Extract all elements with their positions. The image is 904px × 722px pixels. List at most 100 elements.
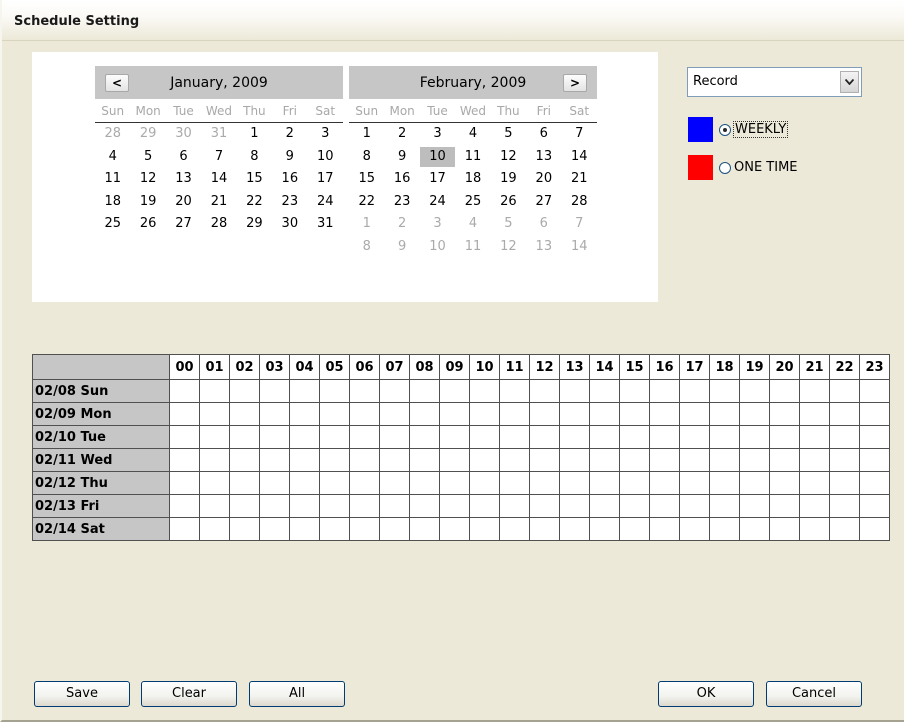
schedule-cell[interactable]: [559, 379, 590, 403]
calendar-day[interactable]: 7: [562, 124, 597, 144]
hour-header[interactable]: 15: [619, 354, 650, 380]
hour-header[interactable]: 01: [199, 354, 230, 380]
schedule-cell[interactable]: [229, 471, 260, 495]
hour-header[interactable]: 05: [319, 354, 350, 380]
one-time-radio-label[interactable]: ONE TIME: [733, 160, 799, 175]
schedule-cell[interactable]: [409, 517, 440, 541]
schedule-cell[interactable]: [229, 402, 260, 426]
calendar-day[interactable]: 18: [95, 192, 130, 212]
calendar-day[interactable]: 24: [308, 192, 343, 212]
calendar-day[interactable]: 20: [526, 169, 561, 189]
mode-select[interactable]: Record: [687, 67, 862, 97]
schedule-cell[interactable]: [499, 448, 530, 472]
schedule-cell[interactable]: [289, 379, 320, 403]
schedule-cell[interactable]: [559, 471, 590, 495]
schedule-cell[interactable]: [589, 379, 620, 403]
schedule-cell[interactable]: [199, 448, 230, 472]
hour-header[interactable]: 03: [259, 354, 290, 380]
schedule-cell[interactable]: [169, 448, 200, 472]
schedule-cell[interactable]: [679, 402, 710, 426]
schedule-cell[interactable]: [529, 471, 560, 495]
calendar-day[interactable]: 1: [237, 124, 272, 144]
schedule-cell[interactable]: [379, 494, 410, 518]
schedule-cell[interactable]: [289, 425, 320, 449]
calendar-day[interactable]: 30: [166, 124, 201, 144]
calendar-day[interactable]: 23: [272, 192, 307, 212]
schedule-cell[interactable]: [649, 379, 680, 403]
schedule-cell[interactable]: [589, 471, 620, 495]
schedule-cell[interactable]: [769, 379, 800, 403]
ok-button[interactable]: OK: [658, 681, 754, 707]
schedule-cell[interactable]: [499, 517, 530, 541]
schedule-cell[interactable]: [769, 448, 800, 472]
calendar-day[interactable]: 21: [562, 169, 597, 189]
schedule-cell[interactable]: [229, 425, 260, 449]
schedule-cell[interactable]: [439, 379, 470, 403]
schedule-cell[interactable]: [379, 425, 410, 449]
schedule-cell[interactable]: [859, 494, 890, 518]
schedule-cell[interactable]: [289, 402, 320, 426]
schedule-cell[interactable]: [769, 471, 800, 495]
calendar-day[interactable]: 8: [349, 147, 384, 167]
schedule-cell[interactable]: [619, 494, 650, 518]
schedule-cell[interactable]: [859, 517, 890, 541]
hour-header[interactable]: 20: [769, 354, 800, 380]
calendar-day[interactable]: 27: [166, 214, 201, 234]
schedule-cell[interactable]: [799, 379, 830, 403]
day-label[interactable]: 02/12 Thu: [32, 471, 170, 495]
schedule-cell[interactable]: [469, 425, 500, 449]
schedule-cell[interactable]: [319, 471, 350, 495]
schedule-cell[interactable]: [199, 471, 230, 495]
chevron-down-icon[interactable]: [840, 71, 859, 93]
calendar-day[interactable]: 14: [562, 237, 597, 257]
schedule-cell[interactable]: [679, 494, 710, 518]
calendar-day[interactable]: 26: [491, 192, 526, 212]
hour-header[interactable]: 08: [409, 354, 440, 380]
schedule-cell[interactable]: [259, 517, 290, 541]
schedule-cell[interactable]: [589, 494, 620, 518]
calendar-day[interactable]: 10: [420, 237, 455, 257]
calendar-day[interactable]: 13: [526, 237, 561, 257]
schedule-cell[interactable]: [319, 402, 350, 426]
schedule-cell[interactable]: [739, 448, 770, 472]
calendar-day[interactable]: 4: [455, 214, 490, 234]
schedule-cell[interactable]: [439, 448, 470, 472]
schedule-cell[interactable]: [469, 471, 500, 495]
schedule-cell[interactable]: [319, 379, 350, 403]
schedule-cell[interactable]: [619, 448, 650, 472]
hour-header[interactable]: 00: [169, 354, 200, 380]
schedule-cell[interactable]: [499, 494, 530, 518]
schedule-cell[interactable]: [169, 402, 200, 426]
schedule-cell[interactable]: [529, 448, 560, 472]
calendar-day[interactable]: 3: [420, 214, 455, 234]
schedule-cell[interactable]: [409, 402, 440, 426]
schedule-cell[interactable]: [619, 425, 650, 449]
schedule-cell[interactable]: [559, 402, 590, 426]
calendar-day[interactable]: 20: [166, 192, 201, 212]
hour-header[interactable]: 02: [229, 354, 260, 380]
hour-header[interactable]: 12: [529, 354, 560, 380]
hour-header[interactable]: 22: [829, 354, 860, 380]
calendar-day[interactable]: 28: [562, 192, 597, 212]
schedule-cell[interactable]: [529, 379, 560, 403]
schedule-cell[interactable]: [559, 448, 590, 472]
schedule-cell[interactable]: [259, 379, 290, 403]
schedule-cell[interactable]: [859, 425, 890, 449]
calendar-day[interactable]: 15: [237, 169, 272, 189]
schedule-cell[interactable]: [169, 379, 200, 403]
schedule-cell[interactable]: [349, 494, 380, 518]
schedule-cell[interactable]: [289, 494, 320, 518]
hour-header[interactable]: 10: [469, 354, 500, 380]
schedule-cell[interactable]: [589, 402, 620, 426]
schedule-cell[interactable]: [169, 494, 200, 518]
calendar-day[interactable]: 2: [384, 124, 419, 144]
schedule-cell[interactable]: [649, 448, 680, 472]
all-button[interactable]: All: [249, 681, 345, 707]
schedule-cell[interactable]: [199, 402, 230, 426]
day-label[interactable]: 02/08 Sun: [32, 379, 170, 403]
hour-header[interactable]: 04: [289, 354, 320, 380]
calendar-day[interactable]: 12: [130, 169, 165, 189]
schedule-cell[interactable]: [859, 471, 890, 495]
schedule-cell[interactable]: [859, 379, 890, 403]
calendar-day[interactable]: 8: [237, 147, 272, 167]
